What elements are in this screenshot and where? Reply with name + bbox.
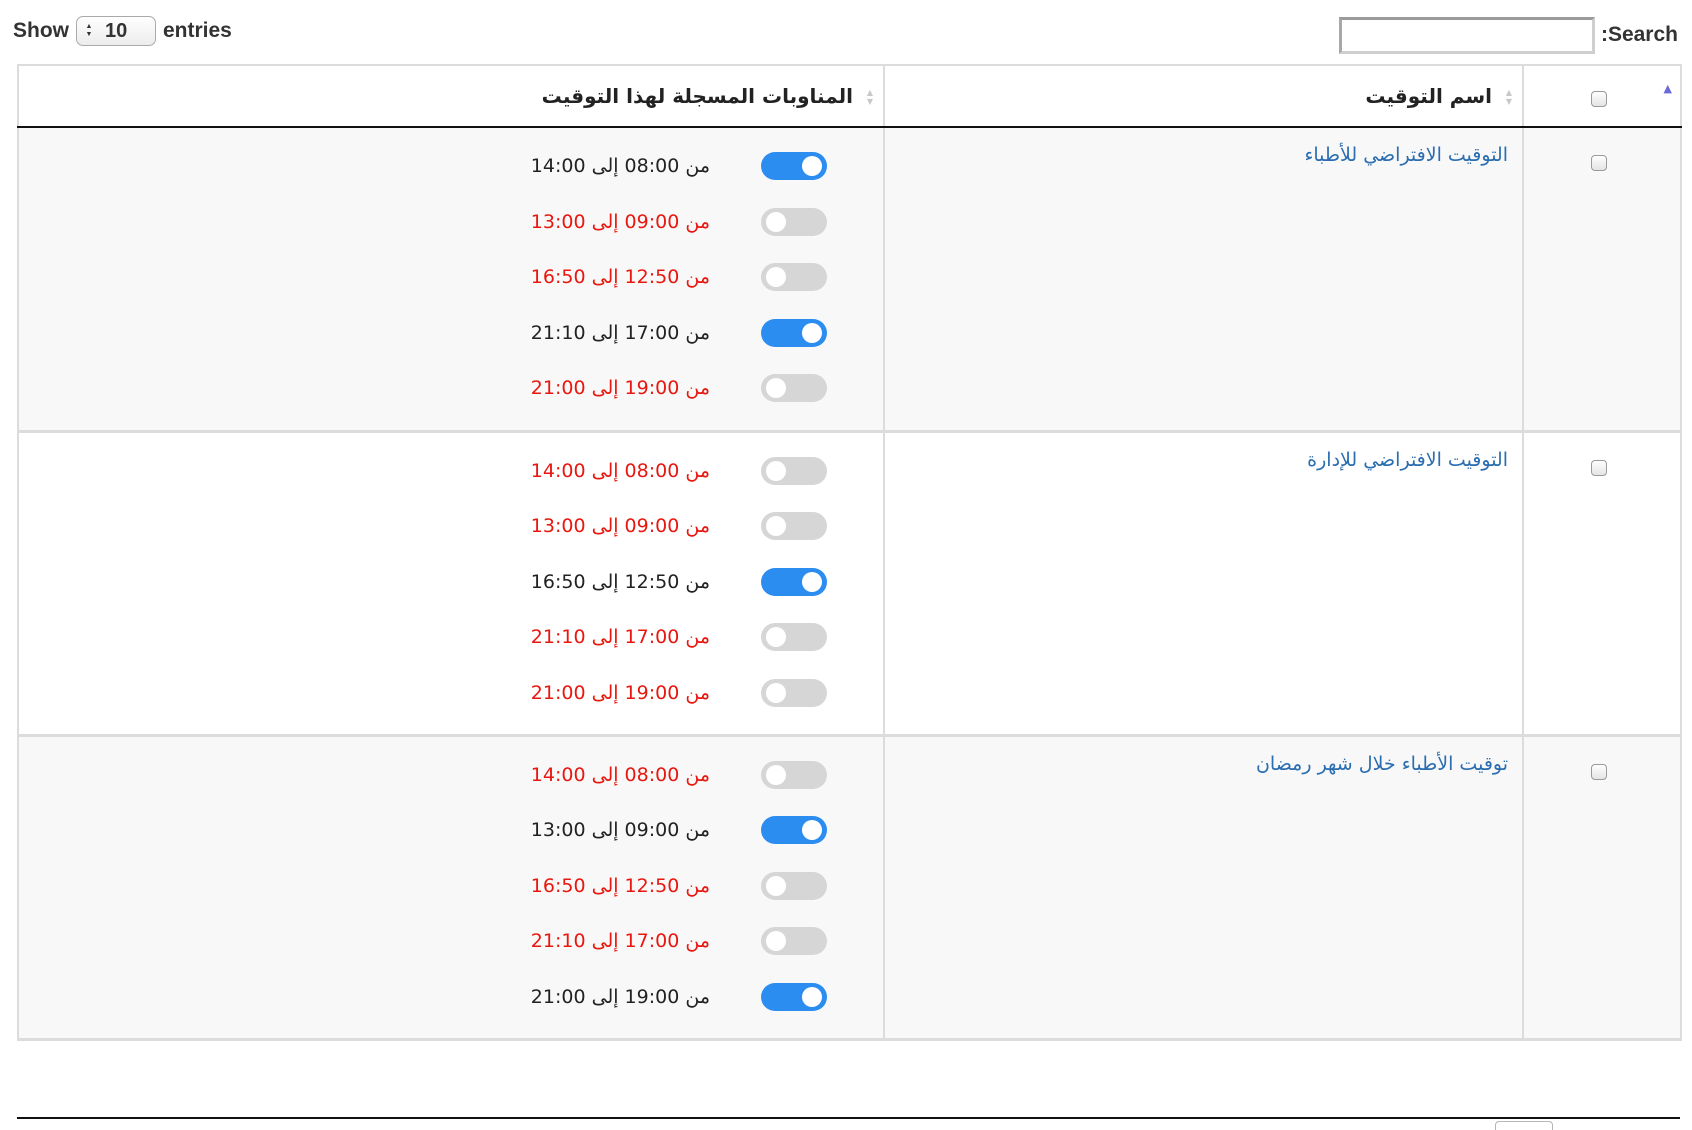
shift-toggle[interactable] bbox=[761, 456, 827, 485]
toggle-knob bbox=[802, 986, 822, 1007]
toggle-knob bbox=[802, 156, 822, 176]
shift-item: من 19:00 إلى 21:00 bbox=[483, 374, 883, 404]
row-checkbox[interactable] bbox=[1591, 459, 1607, 476]
sort-both-icon: ▲ ▼ bbox=[1505, 88, 1512, 106]
shift-toggle[interactable] bbox=[761, 678, 827, 707]
shifts-cell: من 08:00 إلى 14:00 من 09:00 إلى 13:00 من 1… bbox=[17, 127, 884, 433]
shifts-cell: من 08:00 إلى 14:00 من 09:00 إلى 13:00 من 1… bbox=[17, 735, 884, 1041]
toggle-knob bbox=[766, 460, 786, 481]
table-row: من 08:00 إلى 14:00 من 09:00 إلى 13:00 من 1… bbox=[17, 127, 1682, 433]
shift-toggle[interactable] bbox=[761, 816, 827, 845]
shift-toggle[interactable] bbox=[761, 760, 827, 789]
shift-item: من 09:00 إلى 13:00 bbox=[483, 512, 883, 542]
shift-item: من 12:50 إلى 16:50 bbox=[483, 871, 883, 902]
entries-select-value: 10 bbox=[105, 19, 128, 42]
shift-toggle[interactable] bbox=[761, 623, 827, 652]
select-all-checkbox[interactable] bbox=[1591, 91, 1607, 107]
toggle-knob bbox=[766, 211, 786, 232]
shift-time-label: من 08:00 إلى 14:00 bbox=[530, 763, 710, 786]
shift-time-label: من 17:00 إلى 21:10 bbox=[530, 321, 710, 344]
table-row: من 08:00 إلى 14:00 من 09:00 إلى 13:00 من 1… bbox=[17, 735, 1682, 1041]
shift-toggle[interactable] bbox=[761, 871, 827, 900]
shift-time-label: من 09:00 إلى 13:00 bbox=[530, 819, 710, 842]
shift-toggle[interactable] bbox=[761, 512, 827, 541]
shift-time-label: من 08:00 إلى 14:00 bbox=[530, 155, 710, 177]
shift-toggle[interactable] bbox=[761, 152, 827, 180]
shift-item: من 08:00 إلى 14:00 bbox=[483, 760, 883, 791]
shifts-cell: من 08:00 إلى 14:00 من 09:00 إلى 13:00 من 1… bbox=[17, 431, 884, 737]
row-checkbox[interactable] bbox=[1591, 155, 1607, 171]
toggle-knob bbox=[766, 267, 786, 288]
shift-time-label: من 12:50 إلى 16:50 bbox=[530, 874, 710, 897]
timing-name-link[interactable]: توقيت الأطباء خلال شهر رمضان bbox=[1256, 753, 1508, 775]
shift-item: من 19:00 إلى 21:00 bbox=[483, 678, 883, 709]
shift-item: من 08:00 إلى 14:00 bbox=[483, 456, 883, 487]
shift-item: من 17:00 إلى 21:10 bbox=[483, 623, 883, 653]
shift-toggle[interactable] bbox=[761, 567, 827, 596]
search-control: :Search bbox=[1338, 16, 1678, 54]
column-header-shifts[interactable]: المناوبات المسجلة لهذا التوقيت ▲ ▼ bbox=[17, 64, 884, 128]
shift-time-label: من 12:50 إلى 16:50 bbox=[530, 570, 710, 593]
select-arrows-icon: ▲ ▼ bbox=[85, 23, 93, 38]
shift-toggle[interactable] bbox=[761, 263, 827, 292]
toggle-knob bbox=[802, 571, 822, 592]
table-bottom-border bbox=[17, 1117, 1680, 1119]
shift-time-label: من 19:00 إلى 21:00 bbox=[530, 681, 710, 704]
shift-item: من 17:00 إلى 21:10 bbox=[483, 318, 883, 349]
toggle-knob bbox=[766, 931, 786, 952]
shift-time-label: من 12:50 إلى 16:50 bbox=[530, 266, 710, 289]
shift-item: من 19:00 إلى 21:00 bbox=[483, 982, 883, 1013]
pagination-button[interactable] bbox=[1495, 1121, 1553, 1130]
shift-item: من 09:00 إلى 13:00 bbox=[483, 207, 883, 238]
search-label: :Search bbox=[1600, 23, 1678, 46]
timing-name-cell: التوقيت الافتراضي للإدارة bbox=[883, 431, 1523, 737]
entries-select[interactable]: ▲ ▼ 10 bbox=[76, 16, 156, 46]
toggle-knob bbox=[766, 378, 786, 399]
toggle-knob bbox=[766, 875, 786, 896]
shift-item: من 09:00 إلى 13:00 bbox=[483, 816, 883, 846]
shift-time-label: من 09:00 إلى 13:00 bbox=[530, 515, 710, 538]
toggle-knob bbox=[766, 682, 786, 703]
toggle-knob bbox=[802, 820, 822, 841]
shift-time-label: من 19:00 إلى 21:00 bbox=[530, 985, 710, 1008]
toggle-knob bbox=[766, 516, 786, 537]
sort-ascending-icon: ▲ bbox=[1663, 82, 1672, 95]
column-header-select[interactable]: ▲ bbox=[1522, 64, 1682, 128]
timing-name-link[interactable]: التوقيت الافتراضي للأطباء bbox=[1304, 144, 1508, 166]
search-input[interactable] bbox=[1338, 16, 1595, 54]
row-select-cell bbox=[1522, 127, 1682, 433]
column-header-name-label: اسم التوقيت bbox=[1365, 84, 1492, 108]
timings-table: المناوبات المسجلة لهذا التوقيت ▲ ▼ اسم ال… bbox=[17, 64, 1682, 1041]
entries-label: entries bbox=[163, 19, 232, 42]
timing-name-link[interactable]: التوقيت الافتراضي للإدارة bbox=[1307, 449, 1508, 471]
shift-time-label: من 08:00 إلى 14:00 bbox=[530, 459, 710, 482]
shift-item: من 08:00 إلى 14:00 bbox=[483, 152, 883, 182]
column-header-name[interactable]: اسم التوقيت ▲ ▼ bbox=[883, 64, 1523, 128]
shift-time-label: من 17:00 إلى 21:10 bbox=[530, 930, 710, 953]
length-control: Show ▲ ▼ 10 entries bbox=[13, 16, 232, 46]
toggle-knob bbox=[766, 627, 786, 648]
shift-item: من 12:50 إلى 16:50 bbox=[483, 263, 883, 293]
timing-name-cell: توقيت الأطباء خلال شهر رمضان bbox=[883, 735, 1523, 1041]
shift-toggle[interactable] bbox=[761, 318, 827, 347]
shift-time-label: من 09:00 إلى 13:00 bbox=[530, 210, 710, 233]
toggle-knob bbox=[802, 322, 822, 343]
shift-time-label: من 17:00 إلى 21:10 bbox=[530, 626, 710, 649]
show-label: Show bbox=[13, 19, 69, 42]
shift-item: من 12:50 إلى 16:50 bbox=[483, 567, 883, 598]
shift-toggle[interactable] bbox=[761, 374, 827, 403]
shift-toggle[interactable] bbox=[761, 927, 827, 956]
shift-item: من 17:00 إلى 21:10 bbox=[483, 927, 883, 957]
sort-both-icon: ▲ ▼ bbox=[866, 88, 873, 106]
timing-name-cell: التوقيت الافتراضي للأطباء bbox=[883, 127, 1523, 433]
row-select-cell bbox=[1522, 735, 1682, 1041]
shift-toggle[interactable] bbox=[761, 982, 827, 1011]
shift-toggle[interactable] bbox=[761, 207, 827, 236]
toggle-knob bbox=[766, 764, 786, 785]
shift-time-label: من 19:00 إلى 21:00 bbox=[530, 377, 710, 400]
table-row: من 08:00 إلى 14:00 من 09:00 إلى 13:00 من 1… bbox=[17, 431, 1682, 737]
column-header-shifts-label: المناوبات المسجلة لهذا التوقيت bbox=[541, 84, 853, 108]
row-select-cell bbox=[1522, 431, 1682, 737]
row-checkbox[interactable] bbox=[1591, 763, 1607, 780]
